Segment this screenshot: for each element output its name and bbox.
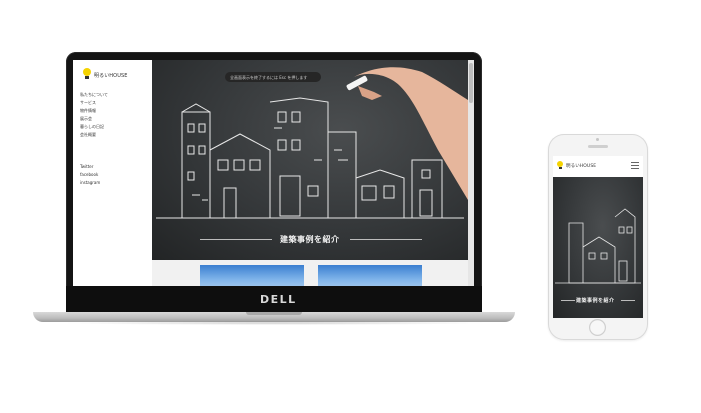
laptop-chin: DELL — [66, 286, 482, 314]
nav-item-diary[interactable]: 暮らしの日記 — [80, 124, 104, 130]
phone-camera — [596, 138, 599, 141]
hamburger-menu-icon[interactable] — [631, 162, 639, 169]
social-link-twitter[interactable]: Twitter — [80, 164, 93, 169]
phone-section-title-cases: 建築事例を紹介 — [576, 298, 615, 304]
laptop-screen: 明るいHOUSE 私たちについて サービス 物件情報 展示会 暮らしの日記 会社… — [73, 60, 474, 287]
social-link-facebook[interactable]: facebook — [80, 172, 98, 177]
laptop-shadow — [60, 321, 488, 325]
nav-item-services[interactable]: サービス — [80, 100, 96, 106]
home-button-icon[interactable] — [589, 319, 606, 336]
laptop-brand-logo: DELL — [260, 293, 297, 306]
case-thumbnails — [152, 260, 468, 287]
nav-item-exhibitions[interactable]: 展示会 — [80, 116, 92, 122]
phone-screen: 明るいHOUSE 建築事例を紹介 — [553, 156, 643, 318]
phone-speaker — [588, 145, 608, 148]
phone-divider-left — [561, 300, 575, 301]
phone-logo-text[interactable]: 明るいHOUSE — [566, 163, 596, 169]
nav-item-about[interactable]: 私たちについて — [80, 92, 108, 98]
fullscreen-exit-notice-text: 全画面表示を終了するには Esc を押します — [230, 74, 308, 80]
nav-item-company[interactable]: 会社概要 — [80, 132, 96, 138]
divider-left — [200, 239, 272, 240]
scrollbar-thumb[interactable] — [469, 63, 473, 103]
laptop-sidebar: 明るいHOUSE 私たちについて サービス 物件情報 展示会 暮らしの日記 会社… — [73, 60, 152, 287]
divider-right — [350, 239, 422, 240]
case-thumbnail-2[interactable] — [318, 265, 422, 287]
case-thumbnail-1[interactable] — [200, 265, 304, 287]
site-logo-text[interactable]: 明るいHOUSE — [94, 72, 128, 79]
phone-hero-chalkboard: 建築事例を紹介 — [553, 177, 643, 318]
hero-chalkboard: 全画面表示を終了するには Esc を押します 建築事例を紹介 — [152, 60, 468, 260]
phone-divider-right — [621, 300, 635, 301]
social-link-instagram[interactable]: instagram — [80, 180, 100, 185]
section-title-cases: 建築事例を紹介 — [280, 235, 340, 244]
nav-item-properties[interactable]: 物件情報 — [80, 108, 96, 114]
laptop-base-notch — [246, 312, 302, 315]
chalk-buildings-drawing — [156, 67, 468, 219]
